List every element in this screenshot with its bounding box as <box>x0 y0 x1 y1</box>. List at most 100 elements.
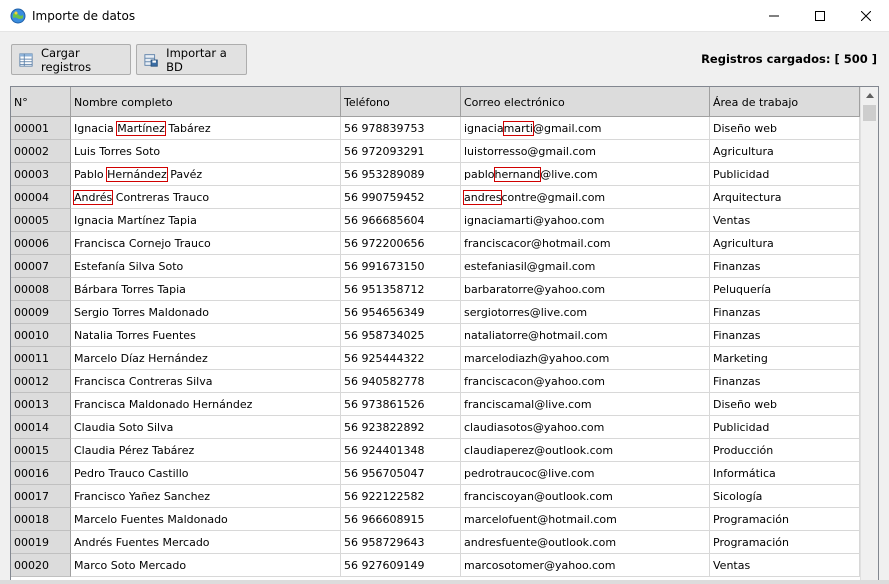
email-cell[interactable]: luistorresso@gmail.com <box>461 140 710 163</box>
name-cell[interactable]: Marco Soto Mercado <box>71 554 341 577</box>
table-row[interactable]: 00011 Marcelo Díaz Hernández 56 925444322 m… <box>11 347 860 370</box>
name-cell[interactable]: Francisco Yañez Sanchez <box>71 485 341 508</box>
email-cell[interactable]: nataliatorre@hotmail.com <box>461 324 710 347</box>
phone-cell[interactable]: 56 956705047 <box>341 462 461 485</box>
close-button[interactable] <box>843 0 889 32</box>
table-row[interactable]: 00006 Francisca Cornejo Trauco 56 97220065… <box>11 232 860 255</box>
email-cell[interactable]: claudiaperez@outlook.com <box>461 439 710 462</box>
area-cell[interactable]: Diseño web <box>710 117 860 140</box>
name-cell[interactable]: Claudia Soto Silva <box>71 416 341 439</box>
row-number[interactable]: 00013 <box>11 393 71 416</box>
email-cell[interactable]: marcelofuent@hotmail.com <box>461 508 710 531</box>
name-cell[interactable]: Andrés Fuentes Mercado <box>71 531 341 554</box>
area-cell[interactable]: Publicidad <box>710 163 860 186</box>
phone-cell[interactable]: 56 951358712 <box>341 278 461 301</box>
phone-cell[interactable]: 56 990759452 <box>341 186 461 209</box>
table-row[interactable]: 00009 Sergio Torres Maldonado 56 954656349… <box>11 301 860 324</box>
area-cell[interactable]: Finanzas <box>710 370 860 393</box>
table-row[interactable]: 00010 Natalia Torres Fuentes 56 958734025 n… <box>11 324 860 347</box>
email-cell[interactable]: franciscacon@yahoo.com <box>461 370 710 393</box>
name-cell[interactable]: Bárbara Torres Tapia <box>71 278 341 301</box>
row-number[interactable]: 00005 <box>11 209 71 232</box>
row-number[interactable]: 00004 <box>11 186 71 209</box>
minimize-button[interactable] <box>751 0 797 32</box>
load-records-button[interactable]: Cargar registros <box>11 44 131 75</box>
table-row[interactable]: 00016 Pedro Trauco Castillo 56 956705047 pe… <box>11 462 860 485</box>
phone-cell[interactable]: 56 924401348 <box>341 439 461 462</box>
email-cell[interactable]: pedrotraucoc@live.com <box>461 462 710 485</box>
area-cell[interactable]: Informática <box>710 462 860 485</box>
scrollbar-thumb[interactable] <box>863 105 876 121</box>
area-cell[interactable]: Agricultura <box>710 232 860 255</box>
row-number[interactable]: 00015 <box>11 439 71 462</box>
phone-cell[interactable]: 56 954656349 <box>341 301 461 324</box>
row-number[interactable]: 00001 <box>11 117 71 140</box>
phone-cell[interactable]: 56 940582778 <box>341 370 461 393</box>
area-cell[interactable]: Programación <box>710 531 860 554</box>
area-cell[interactable]: Ventas <box>710 554 860 577</box>
name-cell[interactable]: Ignacia Martínez Tabárez <box>71 117 341 140</box>
row-number[interactable]: 00018 <box>11 508 71 531</box>
phone-cell[interactable]: 56 958734025 <box>341 324 461 347</box>
area-cell[interactable]: Diseño web <box>710 393 860 416</box>
area-cell[interactable]: Publicidad <box>710 416 860 439</box>
phone-cell[interactable]: 56 991673150 <box>341 255 461 278</box>
column-header-phone[interactable]: Teléfono <box>341 87 461 117</box>
table-row[interactable]: 00018 Marcelo Fuentes Maldonado 56 9666089… <box>11 508 860 531</box>
data-grid[interactable]: N° Nombre completo Teléfono Correo elect… <box>10 86 879 584</box>
name-cell[interactable]: Pablo Hernández Pavéz <box>71 163 341 186</box>
table-row[interactable]: 00015 Claudia Pérez Tabárez 56 924401348 cl… <box>11 439 860 462</box>
row-number[interactable]: 00007 <box>11 255 71 278</box>
phone-cell[interactable]: 56 966608915 <box>341 508 461 531</box>
phone-cell[interactable]: 56 966685604 <box>341 209 461 232</box>
area-cell[interactable]: Producción <box>710 439 860 462</box>
table-row[interactable]: 00017 Francisco Yañez Sanchez 56 922122582… <box>11 485 860 508</box>
row-number[interactable]: 00016 <box>11 462 71 485</box>
email-cell[interactable]: andres contre@gmail.com <box>461 186 710 209</box>
email-cell[interactable]: barbaratorre@yahoo.com <box>461 278 710 301</box>
table-row[interactable]: 00008 Bárbara Torres Tapia 56 951358712 bar… <box>11 278 860 301</box>
email-cell[interactable]: marcelodiazh@yahoo.com <box>461 347 710 370</box>
email-cell[interactable]: estefaniasil@gmail.com <box>461 255 710 278</box>
area-cell[interactable]: Finanzas <box>710 255 860 278</box>
row-number[interactable]: 00011 <box>11 347 71 370</box>
row-number[interactable]: 00017 <box>11 485 71 508</box>
row-number[interactable]: 00002 <box>11 140 71 163</box>
table-row[interactable]: 00020 Marco Soto Mercado 56 927609149 marco… <box>11 554 860 577</box>
table-row[interactable]: 00012 Francisca Contreras Silva 56 9405827… <box>11 370 860 393</box>
table-row[interactable]: 00001 Ignacia Martínez Tabárez 56 97883975… <box>11 117 860 140</box>
column-header-area[interactable]: Área de trabajo <box>710 87 860 117</box>
phone-cell[interactable]: 56 923822892 <box>341 416 461 439</box>
row-number[interactable]: 00020 <box>11 554 71 577</box>
name-cell[interactable]: Ignacia Martínez Tapia <box>71 209 341 232</box>
row-number[interactable]: 00019 <box>11 531 71 554</box>
table-row[interactable]: 00007 Estefanía Silva Soto 56 991673150 est… <box>11 255 860 278</box>
name-cell[interactable]: Natalia Torres Fuentes <box>71 324 341 347</box>
row-number[interactable]: 00009 <box>11 301 71 324</box>
table-row[interactable]: 00005 Ignacia Martínez Tapia 56 966685604 i… <box>11 209 860 232</box>
row-number[interactable]: 00008 <box>11 278 71 301</box>
table-row[interactable]: 00002 Luis Torres Soto 56 972093291 luistor… <box>11 140 860 163</box>
email-cell[interactable]: franciscoyan@outlook.com <box>461 485 710 508</box>
phone-cell[interactable]: 56 972093291 <box>341 140 461 163</box>
import-db-button[interactable]: Importar a BD <box>136 44 247 75</box>
area-cell[interactable]: Arquitectura <box>710 186 860 209</box>
email-cell[interactable]: franciscacor@hotmail.com <box>461 232 710 255</box>
name-cell[interactable]: Andrés Contreras Trauco <box>71 186 341 209</box>
area-cell[interactable]: Ventas <box>710 209 860 232</box>
name-cell[interactable]: Francisca Cornejo Trauco <box>71 232 341 255</box>
area-cell[interactable]: Sicología <box>710 485 860 508</box>
row-number[interactable]: 00003 <box>11 163 71 186</box>
phone-cell[interactable]: 56 925444322 <box>341 347 461 370</box>
phone-cell[interactable]: 56 922122582 <box>341 485 461 508</box>
email-cell[interactable]: andresfuente@outlook.com <box>461 531 710 554</box>
area-cell[interactable]: Agricultura <box>710 140 860 163</box>
email-cell[interactable]: ignacia marti @gmail.com <box>461 117 710 140</box>
phone-cell[interactable]: 56 973861526 <box>341 393 461 416</box>
name-cell[interactable]: Luis Torres Soto <box>71 140 341 163</box>
row-number[interactable]: 00006 <box>11 232 71 255</box>
table-row[interactable]: 00014 Claudia Soto Silva 56 923822892 claud… <box>11 416 860 439</box>
phone-cell[interactable]: 56 927609149 <box>341 554 461 577</box>
name-cell[interactable]: Francisca Contreras Silva <box>71 370 341 393</box>
name-cell[interactable]: Marcelo Fuentes Maldonado <box>71 508 341 531</box>
